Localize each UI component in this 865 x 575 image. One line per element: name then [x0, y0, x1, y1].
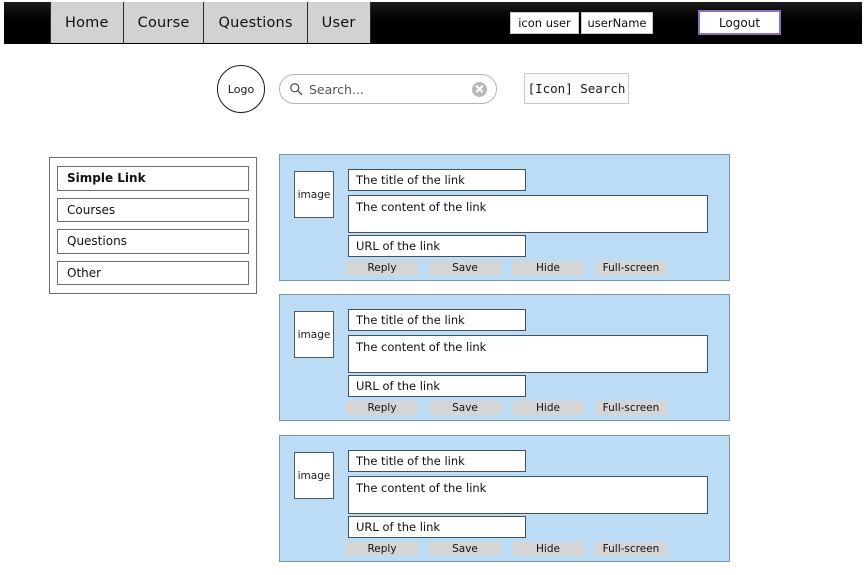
- card-title-value: The title of the link: [356, 454, 465, 468]
- sidebar-item-simple-link-label: Simple Link: [67, 171, 146, 185]
- nav-tab-course-label: Course: [138, 15, 190, 31]
- nav-tab-list: Home Course Questions User: [50, 2, 371, 43]
- nav-tab-home[interactable]: Home: [50, 2, 124, 43]
- hide-button[interactable]: Hide: [512, 542, 584, 556]
- card-url-value: URL of the link: [356, 520, 440, 534]
- sidebar-item-other-label: Other: [67, 266, 101, 280]
- nav-tab-course[interactable]: Course: [124, 2, 205, 43]
- sidebar-item-courses[interactable]: Courses: [57, 198, 249, 223]
- card-url-value: URL of the link: [356, 239, 440, 253]
- logo-label: Logo: [228, 83, 254, 96]
- full-screen-button-label: Full-screen: [603, 402, 660, 414]
- card-title-value: The title of the link: [356, 313, 465, 327]
- logo[interactable]: Logo: [217, 65, 265, 113]
- card-url-value: URL of the link: [356, 379, 440, 393]
- reply-button-label: Reply: [367, 543, 396, 555]
- nav-tab-questions-label: Questions: [218, 15, 292, 31]
- reply-button[interactable]: Reply: [346, 261, 418, 275]
- card-content-field[interactable]: The content of the link: [348, 476, 708, 514]
- nav-tab-home-label: Home: [65, 15, 109, 31]
- search-input[interactable]: [309, 82, 472, 97]
- sidebar-item-other[interactable]: Other: [57, 261, 249, 286]
- card-action-bar: Reply Save Hide Full-screen: [346, 261, 667, 275]
- card-title-field[interactable]: The title of the link: [348, 309, 526, 331]
- reply-button[interactable]: Reply: [346, 401, 418, 415]
- search-button[interactable]: [Icon] Search: [524, 73, 629, 104]
- save-button-label: Save: [452, 262, 478, 274]
- save-button[interactable]: Save: [429, 542, 501, 556]
- sidebar-item-questions[interactable]: Questions: [57, 229, 249, 254]
- search-bar[interactable]: [279, 74, 497, 104]
- reply-button-label: Reply: [367, 262, 396, 274]
- hide-button-label: Hide: [536, 262, 560, 274]
- magnifier-icon: [289, 82, 303, 96]
- full-screen-button[interactable]: Full-screen: [595, 542, 667, 556]
- full-screen-button[interactable]: Full-screen: [595, 401, 667, 415]
- save-button[interactable]: Save: [429, 261, 501, 275]
- link-card: image The title of the link The content …: [279, 435, 730, 562]
- search-button-label: [Icon] Search: [528, 81, 626, 96]
- card-image-placeholder[interactable]: image: [294, 452, 334, 499]
- user-icon-placeholder-label: icon user: [518, 16, 571, 30]
- full-screen-button-label: Full-screen: [603, 543, 660, 555]
- sidebar-item-courses-label: Courses: [67, 203, 115, 217]
- sidebar: Simple Link Courses Questions Other: [49, 157, 257, 294]
- card-title-field[interactable]: The title of the link: [348, 169, 526, 191]
- card-image-placeholder[interactable]: image: [294, 171, 334, 218]
- card-action-bar: Reply Save Hide Full-screen: [346, 401, 667, 415]
- card-image-placeholder[interactable]: image: [294, 311, 334, 358]
- card-url-field[interactable]: URL of the link: [348, 516, 526, 538]
- logout-button-label: Logout: [719, 16, 760, 30]
- user-name-display[interactable]: userName: [581, 12, 653, 34]
- reply-button-label: Reply: [367, 402, 396, 414]
- link-card: image The title of the link The content …: [279, 154, 730, 281]
- user-icon-placeholder[interactable]: icon user: [510, 12, 579, 34]
- hide-button[interactable]: Hide: [512, 261, 584, 275]
- card-image-placeholder-label: image: [298, 329, 331, 341]
- card-title-field[interactable]: The title of the link: [348, 450, 526, 472]
- card-url-field[interactable]: URL of the link: [348, 375, 526, 397]
- sidebar-item-questions-label: Questions: [67, 234, 127, 248]
- user-name-display-label: userName: [587, 16, 646, 30]
- sidebar-item-simple-link[interactable]: Simple Link: [57, 166, 249, 191]
- card-url-field[interactable]: URL of the link: [348, 235, 526, 257]
- top-navigation-bar: Home Course Questions User icon user use…: [4, 2, 862, 44]
- card-image-placeholder-label: image: [298, 189, 331, 201]
- card-action-bar: Reply Save Hide Full-screen: [346, 542, 667, 556]
- hide-button[interactable]: Hide: [512, 401, 584, 415]
- card-content-value: The content of the link: [356, 200, 486, 214]
- card-content-value: The content of the link: [356, 340, 486, 354]
- nav-tab-user-label: User: [322, 15, 356, 31]
- save-button[interactable]: Save: [429, 401, 501, 415]
- card-title-value: The title of the link: [356, 173, 465, 187]
- hide-button-label: Hide: [536, 402, 560, 414]
- clear-circle-icon[interactable]: [472, 82, 487, 97]
- reply-button[interactable]: Reply: [346, 542, 418, 556]
- card-image-placeholder-label: image: [298, 470, 331, 482]
- page-root: Home Course Questions User icon user use…: [0, 0, 865, 575]
- save-button-label: Save: [452, 402, 478, 414]
- card-content-value: The content of the link: [356, 481, 486, 495]
- save-button-label: Save: [452, 543, 478, 555]
- card-content-field[interactable]: The content of the link: [348, 335, 708, 373]
- full-screen-button-label: Full-screen: [603, 262, 660, 274]
- full-screen-button[interactable]: Full-screen: [595, 261, 667, 275]
- nav-tab-user[interactable]: User: [308, 2, 371, 43]
- link-card: image The title of the link The content …: [279, 294, 730, 421]
- card-content-field[interactable]: The content of the link: [348, 195, 708, 233]
- hide-button-label: Hide: [536, 543, 560, 555]
- logout-button[interactable]: Logout: [698, 10, 781, 35]
- nav-tab-questions[interactable]: Questions: [204, 2, 307, 43]
